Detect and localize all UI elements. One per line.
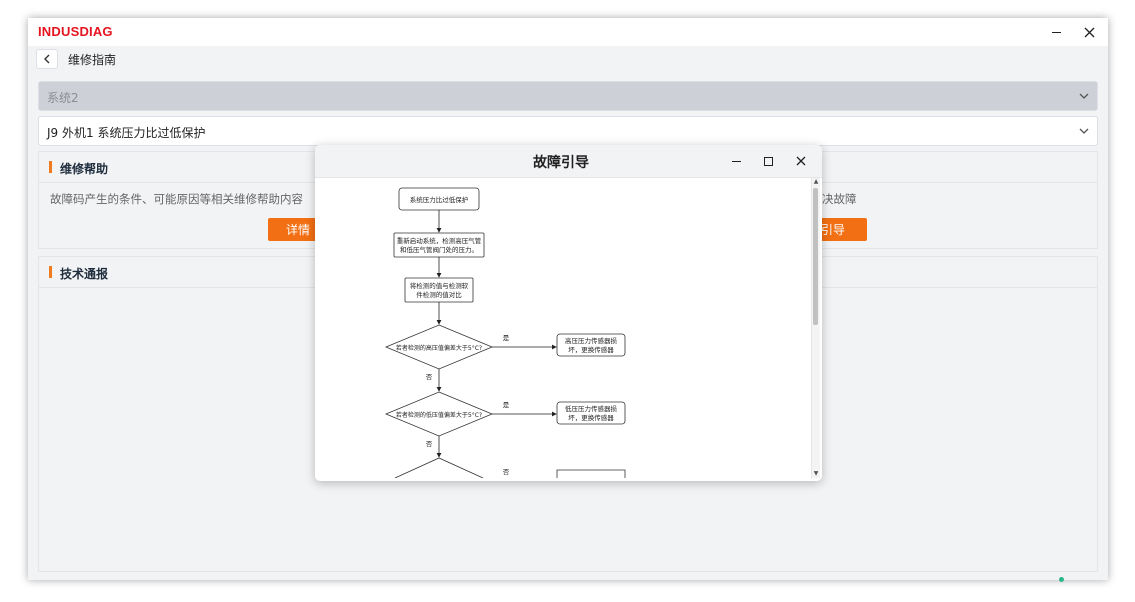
- accent-bar: [49, 161, 52, 173]
- flow-step-label: 件检测的值对比: [416, 290, 462, 299]
- chevron-down-icon: [1079, 128, 1089, 134]
- minimize-icon: [1051, 31, 1061, 33]
- close-icon: [796, 156, 806, 166]
- flow-no-label: 否: [426, 373, 433, 381]
- system-select-value: 系统2: [47, 91, 79, 105]
- flow-decision-node: [394, 457, 484, 478]
- help-description: 故障码产生的条件、可能原因等相关维修帮助内容: [50, 192, 303, 206]
- guide-description: 决故障: [822, 192, 857, 206]
- flow-result-label: 低压压力传感器损: [565, 404, 618, 413]
- flow-step-label: 和低压气管阀门处的压力。: [400, 245, 478, 254]
- flow-no-label: 否: [426, 440, 433, 448]
- page-title: 维修指南: [68, 53, 117, 67]
- back-button[interactable]: [36, 49, 58, 69]
- accent-bar: [49, 266, 52, 278]
- brand-logo: INDUSDIAG: [38, 24, 113, 39]
- flow-result-label: 高压压力传感器损: [565, 336, 618, 345]
- dialog-maximize-button[interactable]: [759, 152, 777, 170]
- title-bar: INDUSDIAG: [28, 18, 1108, 46]
- scroll-thumb[interactable]: [813, 188, 818, 325]
- dialog-close-button[interactable]: [792, 152, 810, 170]
- dialog-minimize-button[interactable]: [727, 152, 745, 170]
- flow-yes-label: 是: [503, 334, 510, 342]
- panel-title: 维修帮助: [60, 162, 109, 176]
- fault-guide-dialog: 故障引导 系统压力比过低保护 重新启动系统，检测高压气管 和低压气管阀门处的压力…: [315, 145, 822, 481]
- maximize-icon: [763, 156, 773, 166]
- flow-decision-label: 若者检测的低压值偏差大于5°C?: [396, 411, 482, 419]
- flow-no-label: 否: [503, 468, 510, 476]
- nav-bar: 维修指南: [28, 46, 1108, 72]
- dialog-header: 故障引导: [315, 145, 822, 178]
- fault-flowchart: 系统压力比过低保护 重新启动系统，检测高压气管 和低压气管阀门处的压力。 将检测…: [384, 187, 626, 478]
- close-button[interactable]: [1078, 22, 1100, 42]
- flow-start-label: 系统压力比过低保护: [410, 195, 469, 204]
- scroll-down-icon[interactable]: ▼: [812, 470, 820, 478]
- scroll-up-icon[interactable]: ▲: [812, 178, 820, 186]
- close-icon: [1084, 27, 1094, 37]
- flow-result-label: 坏，更换传感器: [568, 345, 614, 354]
- dialog-scrollbar[interactable]: ▲ ▼: [811, 178, 820, 478]
- system-select[interactable]: 系统2: [38, 81, 1098, 111]
- minimize-icon: [731, 160, 741, 162]
- minimize-button[interactable]: [1045, 22, 1067, 42]
- flow-decision-label: 若者检测的高压值偏差大于5°C?: [396, 344, 482, 352]
- chevron-down-icon: [1079, 93, 1089, 99]
- flow-result-label: 坏，更换传感器: [568, 413, 614, 422]
- status-dot: [1059, 577, 1064, 582]
- flow-yes-label: 是: [503, 401, 510, 409]
- panel-title: 技术通报: [60, 267, 109, 281]
- flow-step-label: 重新启动系统，检测高压气管: [397, 236, 482, 245]
- fault-select[interactable]: J9 外机1 系统压力比过低保护: [38, 116, 1098, 146]
- flow-step-label: 将检测的值与检测软: [410, 281, 469, 290]
- flow-result-node: [556, 469, 626, 478]
- fault-select-value: J9 外机1 系统压力比过低保护: [47, 126, 206, 140]
- back-icon: [44, 54, 50, 64]
